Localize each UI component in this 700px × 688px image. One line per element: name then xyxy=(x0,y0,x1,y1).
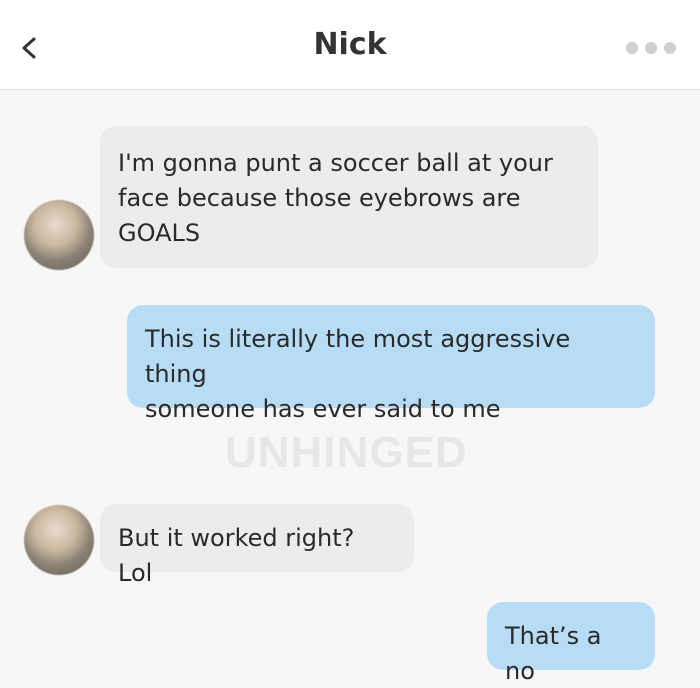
more-dots-icon xyxy=(645,42,657,54)
avatar[interactable] xyxy=(24,505,94,575)
avatar[interactable] xyxy=(24,200,94,270)
message-text: someone has ever said to me xyxy=(145,395,501,423)
message-bubble-incoming[interactable]: But it worked right? Lol xyxy=(100,504,414,587)
message-text: That’s a no xyxy=(505,622,602,685)
message-bubble-incoming[interactable]: I'm gonna punt a soccer ball at your fac… xyxy=(100,126,598,268)
more-dots-icon xyxy=(626,42,638,54)
message-text: This is literally the most aggressive th… xyxy=(145,325,571,388)
chat-header: Nick xyxy=(0,0,700,90)
message-text: GOALS xyxy=(118,219,201,247)
message-bubble-outgoing[interactable]: That’s a no xyxy=(487,602,655,685)
message-text: I'm gonna punt a soccer ball at your xyxy=(118,149,553,177)
watermark: UNHINGED xyxy=(225,428,468,477)
message-text: face because those eyebrows are xyxy=(118,184,521,212)
message-text: But it worked right? Lol xyxy=(118,524,355,587)
more-dots-icon xyxy=(664,42,676,54)
contact-name: Nick xyxy=(313,27,387,62)
message-bubble-outgoing[interactable]: This is literally the most aggressive th… xyxy=(127,305,655,423)
more-options-button[interactable] xyxy=(626,40,676,56)
